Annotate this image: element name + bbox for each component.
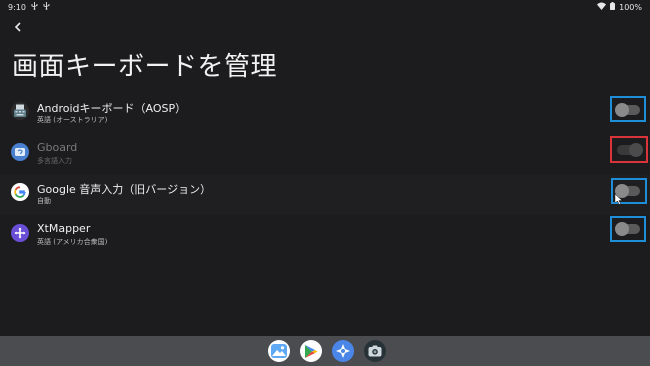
gboard-icon <box>11 143 29 161</box>
keyboard-label: XtMapper <box>37 222 91 235</box>
toggle-thumb <box>629 143 643 157</box>
keyboard-row-aosp[interactable]: Androidキーボード（AOSP） 英語 (オーストラリア) <box>0 94 650 134</box>
play-store-icon[interactable] <box>300 340 322 362</box>
keyboard-label: Androidキーボード（AOSP） <box>37 102 187 115</box>
keyboard-toggle[interactable] <box>615 103 640 117</box>
toggle-thumb <box>615 222 629 236</box>
usb-icon <box>43 2 50 12</box>
toggle-highlight <box>610 136 648 163</box>
keyboard-row-xtmapper[interactable]: XtMapper 英語 (アメリカ合衆国) <box>0 216 650 256</box>
back-button[interactable] <box>10 20 26 36</box>
keyboard-sublabel: 英語 (アメリカ合衆国) <box>37 238 108 246</box>
compass-app-icon[interactable] <box>332 340 354 362</box>
status-time: 9:10 <box>8 2 26 12</box>
toggle-highlight <box>610 96 646 122</box>
page-title: 画面キーボードを管理 <box>12 52 278 82</box>
mouse-cursor-icon <box>614 190 623 209</box>
keyboard-row-google-voice[interactable]: Google 音声入力（旧バージョン） 自動 <box>0 175 650 215</box>
keyboard-toggle[interactable] <box>615 222 640 236</box>
keyboard-sublabel: 自動 <box>37 197 51 205</box>
keyboard-icon <box>11 102 29 120</box>
toggle-highlight <box>610 216 646 242</box>
battery-icon <box>610 2 616 12</box>
keyboard-sublabel: 多言語入力 <box>37 157 72 165</box>
toggle-thumb <box>615 103 629 117</box>
toggle-highlight <box>611 178 647 205</box>
keyboard-sublabel: 英語 (オーストラリア) <box>37 116 108 124</box>
camera-icon[interactable] <box>364 340 386 362</box>
keyboard-toggle <box>617 143 643 157</box>
taskbar-dock <box>0 336 650 366</box>
wifi-icon <box>597 2 607 12</box>
photos-icon[interactable] <box>268 340 290 362</box>
battery-percent: 100% <box>619 2 642 12</box>
back-arrow-icon <box>14 20 22 36</box>
google-icon <box>11 183 29 201</box>
keyboard-label: Gboard <box>37 141 78 154</box>
status-bar: 9:10 100% <box>0 0 650 14</box>
xtmapper-icon <box>11 224 29 242</box>
keyboard-row-gboard: Gboard 多言語入力 <box>0 135 650 175</box>
usb-icon <box>31 2 38 12</box>
keyboard-label: Google 音声入力（旧バージョン） <box>37 183 212 196</box>
